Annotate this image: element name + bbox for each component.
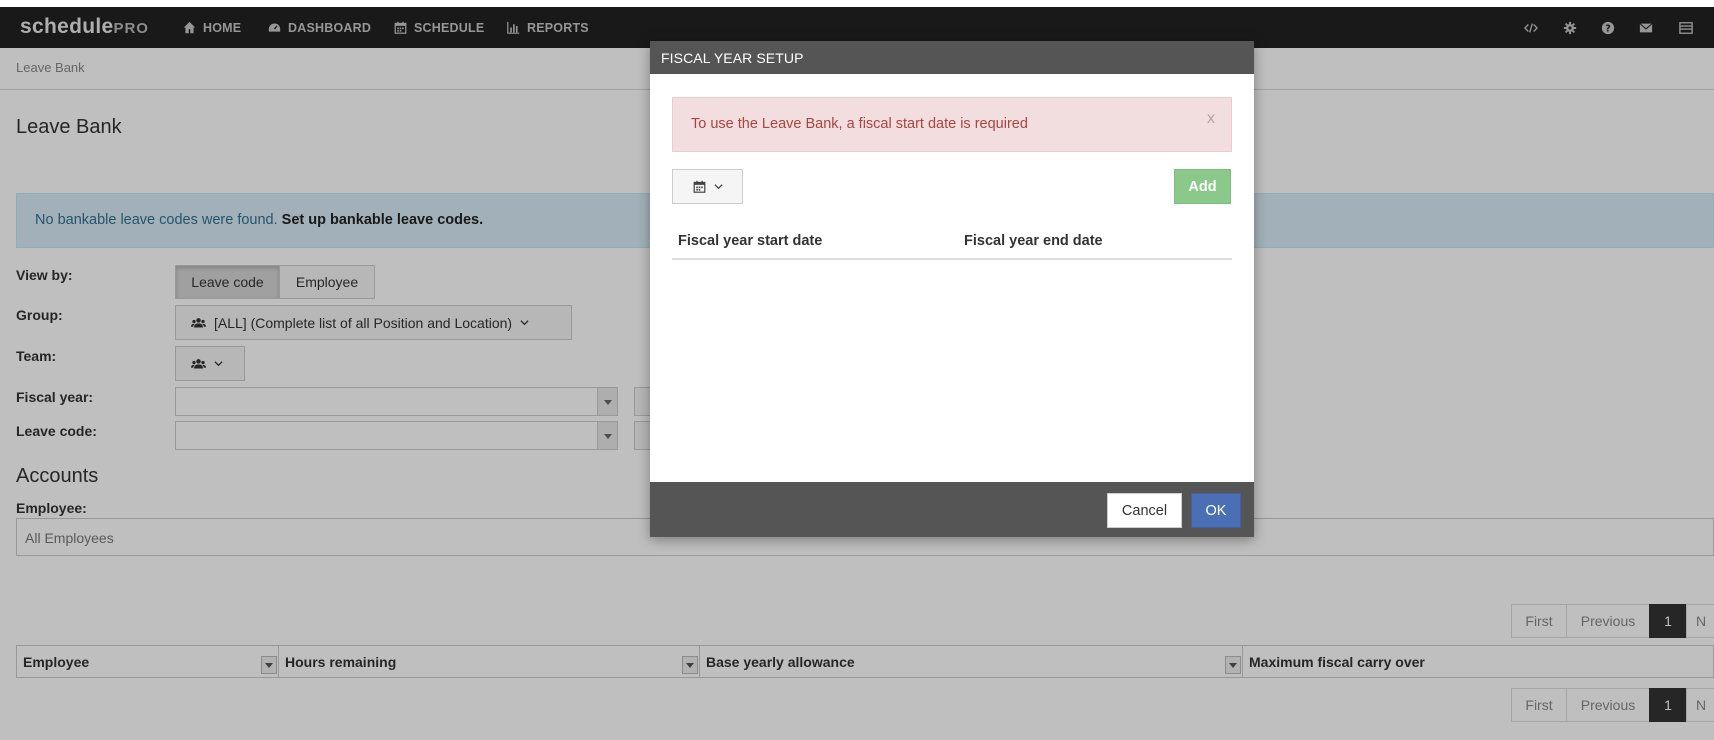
top-strip (0, 0, 1714, 7)
alert-close-button[interactable]: x (1207, 110, 1215, 128)
col-fiscal-end-date: Fiscal year end date (964, 233, 1103, 249)
calendar-icon (693, 180, 705, 193)
col-fiscal-start-date: Fiscal year start date (678, 233, 823, 249)
cancel-button[interactable]: Cancel (1107, 493, 1182, 528)
chevron-down-icon (713, 184, 723, 190)
dialog-title: FISCAL YEAR SETUP (650, 41, 1254, 74)
fiscal-year-setup-dialog: FISCAL YEAR SETUP To use the Leave Bank,… (650, 41, 1254, 537)
date-picker-button[interactable] (672, 169, 743, 204)
ok-button[interactable]: OK (1191, 493, 1241, 528)
dialog-footer: Cancel OK (650, 482, 1254, 537)
add-fiscal-year-button[interactable]: Add (1174, 169, 1231, 204)
dialog-body: To use the Leave Bank, a fiscal start da… (650, 74, 1254, 482)
fiscal-date-required-alert: To use the Leave Bank, a fiscal start da… (672, 97, 1232, 152)
table-header-divider (672, 258, 1232, 260)
